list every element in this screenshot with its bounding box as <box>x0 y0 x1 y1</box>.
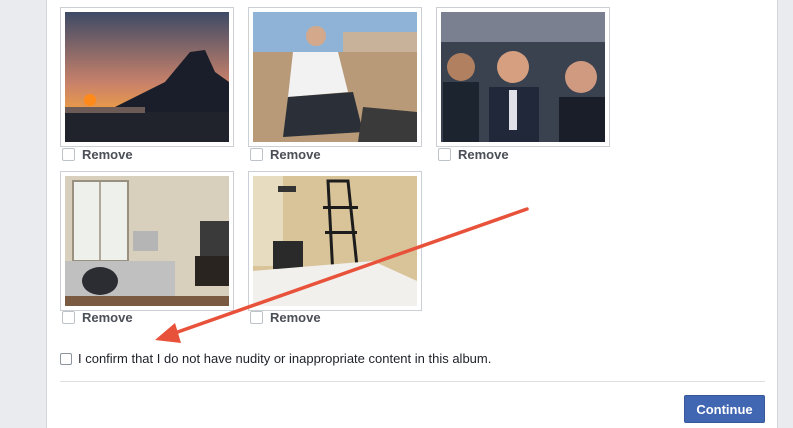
photo-thumbnail-3[interactable] <box>436 7 610 147</box>
photo-thumbnail-2[interactable] <box>248 7 422 147</box>
content-confirm-option[interactable]: I confirm that I do not have nudity or i… <box>60 351 491 366</box>
confirm-label: I confirm that I do not have nudity or i… <box>78 351 492 366</box>
remove-option-5[interactable]: Remove <box>250 310 321 325</box>
remove-option-2[interactable]: Remove <box>250 147 321 162</box>
confirm-checkbox[interactable] <box>60 352 72 365</box>
group-selfie-photo <box>441 12 605 142</box>
remove-option-1[interactable]: Remove <box>62 147 133 162</box>
remove-label-4: Remove <box>82 310 133 325</box>
remove-option-4[interactable]: Remove <box>62 310 133 325</box>
bedroom-photo <box>253 176 417 306</box>
remove-label-5: Remove <box>270 310 321 325</box>
footer-divider <box>60 381 765 382</box>
apartment-room-photo <box>65 176 229 306</box>
photo-thumbnail-1[interactable] <box>60 7 234 147</box>
beach-man-photo <box>253 12 417 142</box>
remove-label-2: Remove <box>270 147 321 162</box>
remove-label-1: Remove <box>82 147 133 162</box>
remove-checkbox-3[interactable] <box>438 148 451 161</box>
remove-checkbox-1[interactable] <box>62 148 75 161</box>
remove-option-3[interactable]: Remove <box>438 147 509 162</box>
remove-checkbox-5[interactable] <box>250 311 263 324</box>
remove-label-3: Remove <box>458 147 509 162</box>
photo-thumbnail-5[interactable] <box>248 171 422 311</box>
photo-thumbnail-4[interactable] <box>60 171 234 311</box>
remove-checkbox-2[interactable] <box>250 148 263 161</box>
remove-checkbox-4[interactable] <box>62 311 75 324</box>
continue-button[interactable]: Continue <box>684 395 765 423</box>
sunset-photo <box>65 12 229 142</box>
